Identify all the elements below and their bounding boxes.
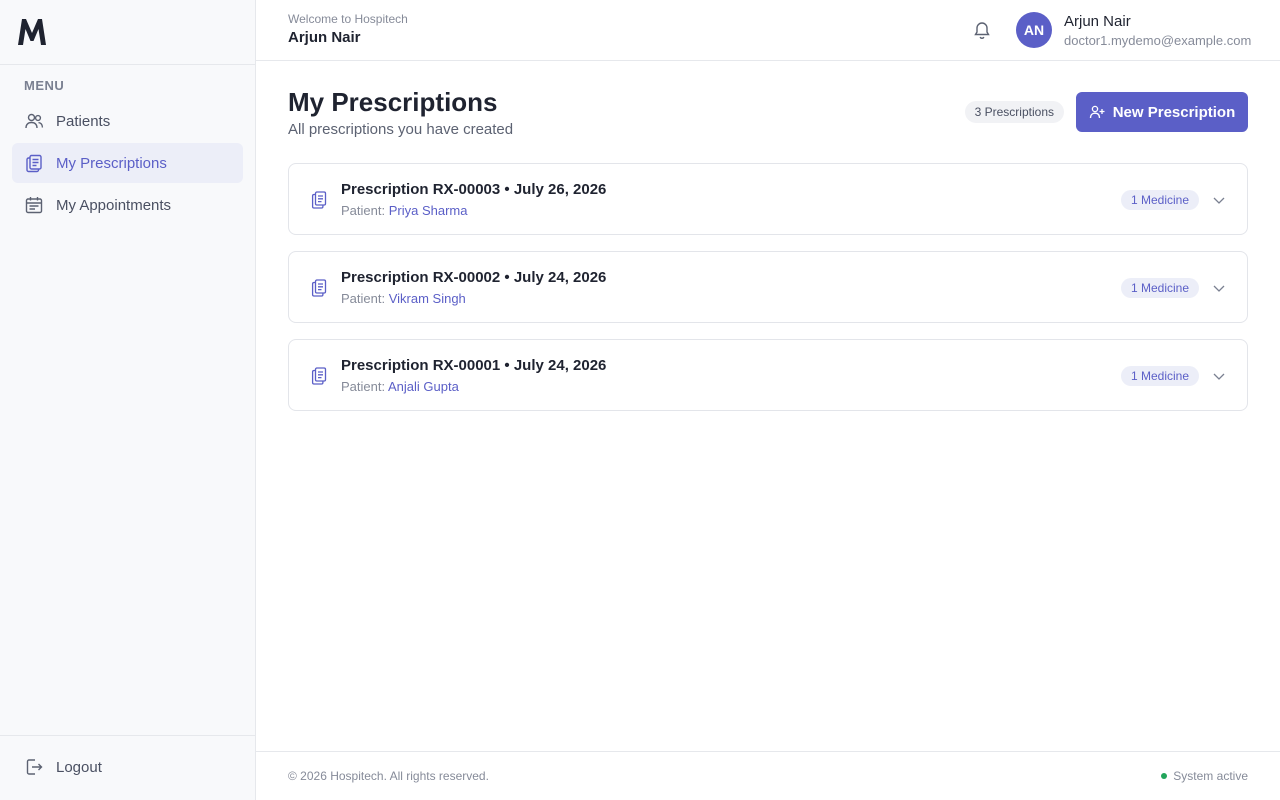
- welcome-name: Arjun Nair: [288, 29, 361, 46]
- prescription-title: Prescription RX-00001 • July 24, 2026: [341, 357, 607, 374]
- chevron-down-icon[interactable]: [1211, 368, 1227, 384]
- users-icon: [24, 111, 44, 131]
- logout-button[interactable]: Logout: [24, 757, 102, 777]
- footer: © 2026 Hospitech. All rights reserved. S…: [256, 751, 1280, 800]
- page-title: My Prescriptions: [288, 87, 498, 117]
- chevron-down-icon[interactable]: [1211, 192, 1227, 208]
- patient-label: Patient:: [341, 203, 386, 218]
- page-subtitle: All prescriptions you have created: [288, 121, 514, 138]
- clipboard-icon: [311, 367, 327, 385]
- sidebar-item-my-appointments[interactable]: My Appointments: [12, 185, 243, 225]
- medicine-count-badge: 1 Medicine: [1120, 366, 1199, 386]
- prescription-list: Prescription RX-00003 • July 26, 2026 Pa…: [288, 163, 1248, 427]
- sidebar-item-label: My Appointments: [56, 196, 172, 214]
- avatar[interactable]: AN: [1016, 12, 1052, 48]
- patient-name-link[interactable]: Vikram Singh: [389, 291, 466, 306]
- patient-name-link[interactable]: Priya Sharma: [389, 203, 468, 218]
- medicine-count-badge: 1 Medicine: [1120, 190, 1199, 210]
- sidebar-item-label: My Prescriptions: [56, 154, 167, 172]
- patient-label: Patient:: [341, 379, 386, 394]
- logout-label: Logout: [56, 758, 102, 776]
- user-name: Arjun Nair: [1064, 13, 1131, 30]
- welcome-text: Welcome to Hospitech: [288, 12, 408, 26]
- prescription-count-badge: 3 Prescriptions: [964, 101, 1064, 123]
- sidebar-footer: Logout: [0, 735, 255, 800]
- sidebar-item-label: Patients: [56, 112, 111, 130]
- logo-mark-icon: [18, 19, 46, 45]
- new-prescription-button[interactable]: New Prescription: [1076, 92, 1248, 132]
- status-dot: [1161, 773, 1168, 779]
- clipboard-icon: [24, 153, 44, 173]
- sidebar: MENU Patients My Prescriptions My Appoin…: [0, 0, 256, 800]
- logo[interactable]: [0, 0, 255, 65]
- user-email: doctor1.mydemo@example.com: [1064, 33, 1252, 48]
- chevron-down-icon[interactable]: [1211, 280, 1227, 296]
- prescription-patient: Patient: Anjali Gupta: [341, 379, 459, 394]
- patient-label: Patient:: [341, 291, 386, 306]
- menu-title: MENU: [24, 78, 65, 93]
- copyright-text: © 2026 Hospitech. All rights reserved.: [288, 769, 489, 783]
- prescription-title: Prescription RX-00003 • July 26, 2026: [341, 181, 607, 198]
- system-status-label: System active: [1173, 769, 1248, 783]
- add-user-icon: [1089, 104, 1105, 120]
- prescription-card[interactable]: Prescription RX-00002 • July 24, 2026 Pa…: [288, 251, 1248, 323]
- sidebar-item-my-prescriptions[interactable]: My Prescriptions: [12, 143, 243, 183]
- patient-name-link[interactable]: Anjali Gupta: [388, 379, 459, 394]
- sidebar-nav: Patients My Prescriptions My Appointment…: [0, 101, 255, 225]
- system-status: System active: [1161, 769, 1248, 783]
- clipboard-icon: [311, 191, 327, 209]
- clipboard-icon: [311, 279, 327, 297]
- calendar-icon: [24, 195, 44, 215]
- prescription-patient: Patient: Priya Sharma: [341, 203, 467, 218]
- prescription-card[interactable]: Prescription RX-00001 • July 24, 2026 Pa…: [288, 339, 1248, 411]
- prescription-patient: Patient: Vikram Singh: [341, 291, 466, 306]
- prescription-card[interactable]: Prescription RX-00003 • July 26, 2026 Pa…: [288, 163, 1248, 235]
- sidebar-item-patients[interactable]: Patients: [12, 101, 243, 141]
- medicine-count-badge: 1 Medicine: [1120, 278, 1199, 298]
- prescription-title: Prescription RX-00002 • July 24, 2026: [341, 269, 607, 286]
- new-prescription-label: New Prescription: [1112, 103, 1236, 121]
- logout-icon: [24, 757, 44, 777]
- bell-icon[interactable]: [972, 19, 992, 41]
- top-bar: Welcome to Hospitech Arjun Nair AN Arjun…: [256, 0, 1280, 61]
